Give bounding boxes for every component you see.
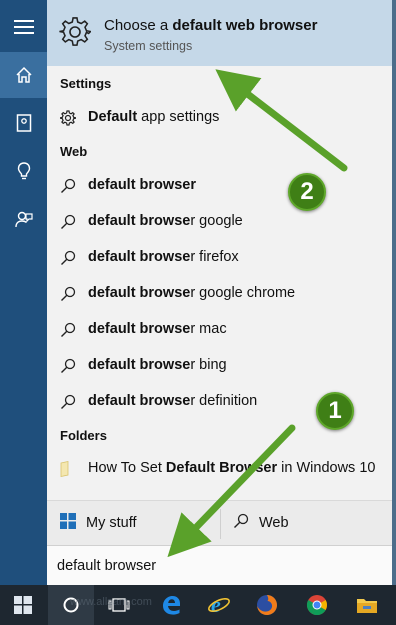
windows-start-icon [14, 596, 32, 614]
settings-result-label: Default app settings [88, 109, 220, 125]
best-match-subtitle: System settings [104, 39, 193, 53]
edge-button[interactable] [148, 585, 194, 625]
gear-icon [59, 17, 91, 46]
hamburger-menu-button[interactable] [0, 4, 47, 50]
svg-text:e: e [211, 593, 221, 617]
cortana-rail [0, 0, 47, 585]
hamburger-icon [13, 20, 34, 34]
web-label: Web [259, 515, 289, 531]
notebook-icon [16, 114, 31, 132]
search-icon [61, 250, 76, 265]
search-icon [61, 394, 76, 409]
gear-icon [60, 110, 76, 126]
web-result-label: default browser firefox [88, 249, 239, 265]
folder-result[interactable]: How To Set Default Browser in Windows 10 [47, 452, 392, 486]
file-explorer-button[interactable] [344, 585, 390, 625]
search-box[interactable] [47, 545, 392, 585]
web-result-label: default browser definition [88, 393, 258, 409]
search-results-panel: Choose a default web browser System sett… [47, 0, 392, 585]
my-stuff-label: My stuff [86, 515, 137, 531]
start-button[interactable] [0, 585, 46, 625]
best-match-result[interactable]: Choose a default web browser System sett… [47, 0, 392, 66]
search-icon [234, 513, 249, 528]
firefox-button[interactable] [244, 585, 290, 625]
internet-explorer-button[interactable]: e [196, 585, 242, 625]
lightbulb-icon [17, 161, 30, 179]
taskbar: e [0, 585, 396, 625]
file-explorer-icon [357, 599, 377, 613]
web-result-label: default browser [88, 177, 196, 193]
web-result[interactable]: default browser [47, 169, 392, 203]
internet-explorer-icon: e [208, 593, 230, 617]
annotation-badge-2: 2 [288, 173, 326, 211]
folder-result-label: How To Set Default Browser in Windows 10 [88, 460, 376, 476]
annotation-badge-1: 1 [316, 392, 354, 430]
web-result[interactable]: default browser google chrome [47, 277, 392, 311]
section-header-web: Web [60, 144, 88, 159]
search-scope-bar: My stuff Web [47, 501, 392, 545]
home-icon [15, 66, 32, 83]
desktop-backdrop [392, 0, 396, 585]
search-icon [61, 322, 76, 337]
feedback-button[interactable] [0, 196, 47, 242]
watermark: www.allsam.com [70, 596, 152, 608]
windows-logo-icon [60, 513, 76, 529]
edge-icon [163, 596, 180, 615]
web-result-label: default browser mac [88, 321, 227, 337]
search-icon [61, 358, 76, 373]
search-icon [61, 214, 76, 229]
web-search-button[interactable]: Web [233, 513, 289, 531]
best-match-title: Choose a default web browser [104, 17, 318, 34]
folder-icon [60, 461, 69, 477]
chrome-icon [306, 595, 328, 616]
web-result[interactable]: default browser google [47, 205, 392, 239]
chrome-button[interactable] [294, 585, 340, 625]
web-result[interactable]: default browser mac [47, 313, 392, 347]
search-icon [61, 286, 76, 301]
divider [220, 509, 221, 539]
web-result[interactable]: default browser firefox [47, 241, 392, 275]
my-stuff-button[interactable]: My stuff [60, 513, 137, 531]
reminders-button[interactable] [0, 148, 47, 194]
feedback-icon [14, 211, 33, 228]
section-header-folders: Folders [60, 428, 107, 443]
notebook-button[interactable] [0, 100, 47, 146]
firefox-icon [257, 595, 277, 615]
web-result-label: default browser google chrome [88, 285, 296, 301]
home-button[interactable] [0, 52, 47, 98]
search-input[interactable] [55, 553, 379, 579]
section-header-settings: Settings [60, 76, 112, 91]
web-result-label: default browser google [88, 213, 243, 229]
web-result[interactable]: default browser bing [47, 349, 392, 383]
search-icon [61, 178, 76, 193]
web-result-label: default browser bing [88, 357, 227, 373]
settings-result-default-apps[interactable]: Default app settings [47, 101, 392, 135]
